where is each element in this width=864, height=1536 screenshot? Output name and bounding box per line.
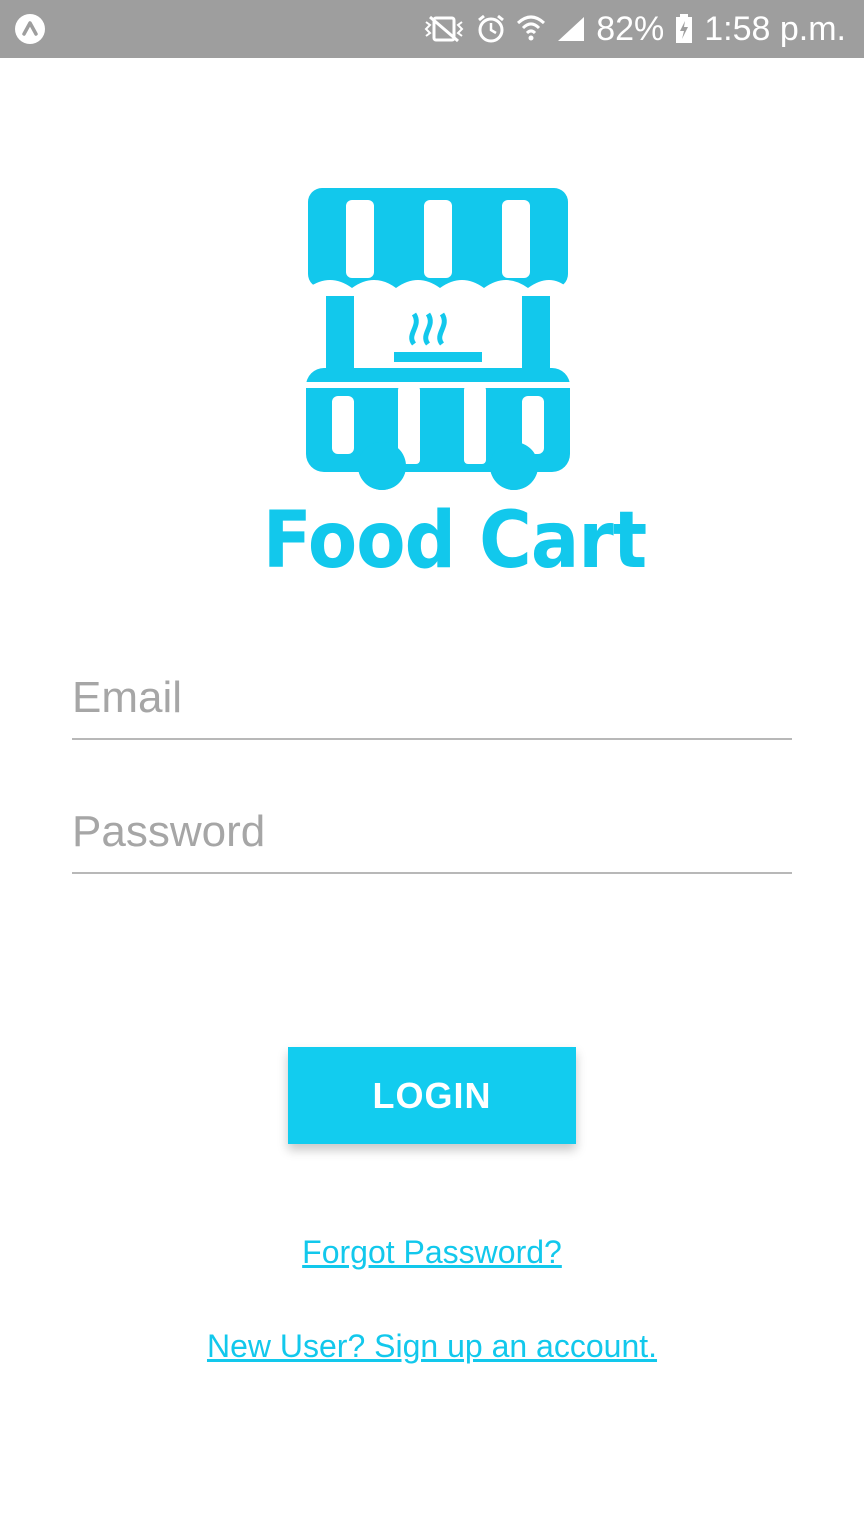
signup-link[interactable]: New User? Sign up an account. xyxy=(0,1328,864,1365)
forgot-password-link[interactable]: Forgot Password? xyxy=(0,1234,864,1271)
vibrate-mute-icon xyxy=(422,13,466,45)
login-screen: 82% 1:58 p.m. Food Cart Email LOGIN Forg… xyxy=(0,0,864,1536)
status-bar: 82% 1:58 p.m. xyxy=(0,0,864,58)
wifi-icon xyxy=(516,13,546,45)
status-time: 1:58 p.m. xyxy=(704,9,846,48)
caret-up-icon xyxy=(14,13,46,45)
battery-percent: 82% xyxy=(596,9,665,48)
login-button[interactable]: LOGIN xyxy=(288,1047,576,1144)
status-icons: 82% 1:58 p.m. xyxy=(422,0,846,58)
alarm-icon xyxy=(476,13,506,45)
logo-text: Food Cart xyxy=(262,496,647,586)
email-field[interactable] xyxy=(72,666,792,740)
battery-charging-icon xyxy=(674,13,694,45)
password-field[interactable] xyxy=(72,800,792,874)
signal-icon xyxy=(556,13,586,45)
food-cart-icon xyxy=(306,188,570,490)
app-logo: Food Cart xyxy=(248,186,647,586)
